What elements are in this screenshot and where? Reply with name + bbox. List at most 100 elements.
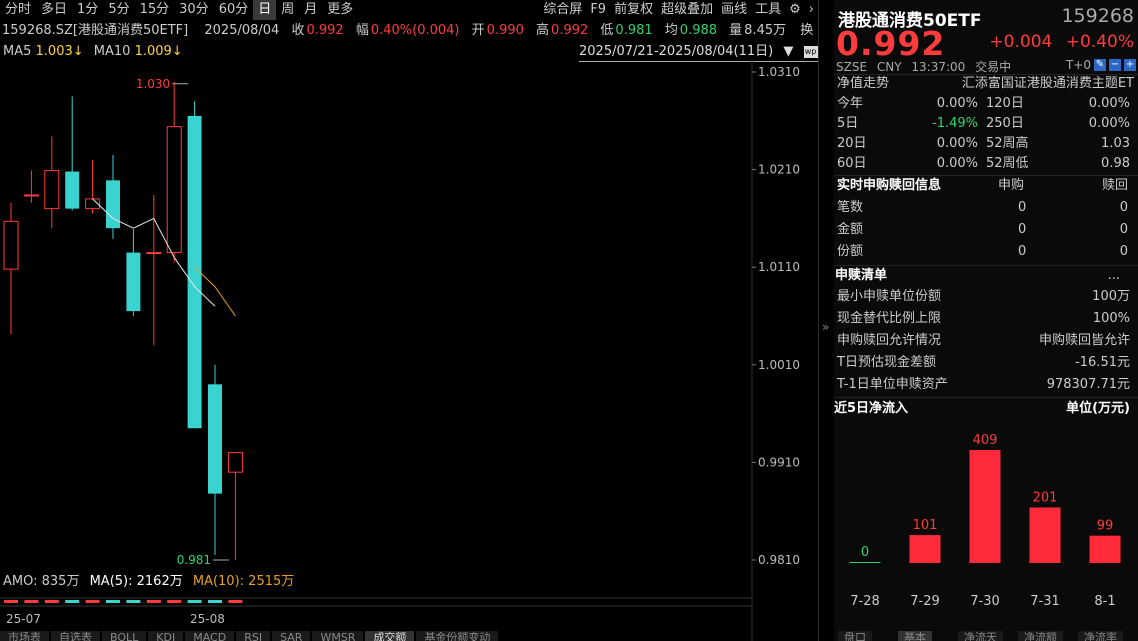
symbol-label: 159268.SZ[港股通消费50ETF] — [2, 23, 189, 38]
sub-row-buy: 0 — [1018, 200, 1027, 215]
perf-row: 20日 0.00% 52周高 1.03 — [834, 134, 1138, 154]
flow-value: 201 — [1033, 490, 1058, 505]
nav-title: 净值走势 — [837, 76, 890, 91]
tool-button-2[interactable]: 前复权 — [610, 0, 657, 20]
list-row-label: T-1日单位申赎资产 — [837, 377, 948, 392]
candlestick-chart[interactable]: 1.0310 1.0210 1.0110 1.0010 0.9910 0.9810 1.03… — [0, 60, 818, 641]
perf-row: 今年 0.00% 120日 0.00% — [834, 94, 1138, 114]
period-tab-5[interactable]: 30分 — [174, 0, 214, 20]
period-tab-3[interactable]: 5分 — [103, 0, 134, 20]
minus-icon[interactable]: − — [1109, 59, 1121, 71]
kline-panel: 分时 多日 1分 5分 15分 30分 60分日周月更多 综合屏 F9 前复权 超级叠加 画线 工具 ⚙ ›… — [0, 0, 818, 641]
list-row-label: 最小申赎单位份额 — [837, 289, 942, 304]
close-label: 收 — [291, 23, 305, 38]
y-tick-label: 0.9810 — [758, 553, 800, 567]
flow-value: 0 — [861, 545, 869, 560]
period-tab-9[interactable]: 月 — [299, 0, 322, 20]
y-tick-label: 0.9910 — [758, 455, 800, 469]
collapse-icon[interactable]: » — [822, 320, 829, 334]
y-tick-label: 1.0210 — [758, 163, 800, 177]
chevron-right-icon[interactable]: › — [805, 0, 818, 20]
time-label: 13:37:00 — [911, 60, 966, 74]
amo-ma5: MA(5): 2162万 — [89, 574, 183, 589]
indicator-tab-6[interactable]: SAR — [272, 631, 311, 641]
sub-title: 实时申购赎回信息 — [837, 178, 942, 193]
range-label: 2025/07/21-2025/08/04(11日) — [579, 44, 774, 59]
indicator-tab-3[interactable]: KDJ — [148, 631, 184, 641]
indicator-tab-4[interactable]: MACD — [185, 631, 235, 641]
quote-tab-2[interactable]: 净流天 — [958, 631, 1003, 641]
indicator-tab-8[interactable]: 成交额 — [365, 631, 415, 641]
volume-bar — [65, 600, 80, 603]
indicator-tabs: 市场表 自选表 BOLL KDJ MACD RSI SAR WMSR 成交额 基金份额变动 — [0, 631, 818, 641]
dropdown-icon[interactable]: ▼ — [783, 44, 793, 59]
list-row: T日预估现金差额 -16.51元 — [834, 353, 1138, 373]
period-tab-2[interactable]: 1分 — [72, 0, 103, 20]
perf-label: 52周高 — [986, 136, 1029, 151]
perf-label: 52周低 — [986, 156, 1029, 171]
quote-tab-4[interactable]: 净流率 — [1078, 631, 1123, 641]
indicator-tab-5[interactable]: RSI — [236, 631, 271, 641]
more-icon[interactable]: ... — [1108, 266, 1120, 286]
candle-body — [65, 171, 80, 209]
period-tab-8[interactable]: 周 — [276, 0, 299, 20]
avg-value: 0.988 — [679, 23, 718, 38]
flow-category: 7-28 — [850, 594, 880, 609]
list-row: T-1日单位申赎资产 978307.71元 — [834, 375, 1138, 395]
candle-body — [146, 252, 162, 255]
quote-tab-3[interactable]: 净流额 — [1018, 631, 1063, 641]
tool-button-0[interactable]: 综合屏 — [539, 0, 586, 20]
flow-bar — [849, 562, 881, 563]
panel-divider[interactable]: » — [818, 0, 834, 641]
period-tab-10[interactable]: 更多 — [322, 0, 358, 20]
tool-button-3[interactable]: 超级叠加 — [657, 0, 717, 20]
volume-bar — [106, 600, 120, 603]
period-tab-0[interactable]: 分时 — [0, 0, 36, 20]
y-tick-label: 1.0110 — [758, 260, 800, 274]
plus-icon[interactable]: + — [1124, 59, 1136, 71]
low-label: 低 — [600, 23, 614, 38]
quote-tab-1[interactable]: 基本 — [898, 631, 932, 641]
indicator-tab-9[interactable]: 基金份额变动 — [416, 631, 499, 641]
period-tab-7[interactable]: 日 — [253, 0, 277, 20]
quote-tab-0[interactable]: 盘口 — [838, 631, 872, 641]
flow-unit: 单位(万元) — [1066, 401, 1130, 416]
indicator-tab-7[interactable]: WMSR — [312, 631, 364, 641]
flow-title: 近5日净流入 — [834, 401, 909, 416]
sub-row-sell: 0 — [1119, 222, 1128, 237]
amp-value: 0.40%(0.004) — [370, 23, 460, 38]
period-tab-4[interactable]: 15分 — [135, 0, 175, 20]
sub-row-label: 金额 — [837, 222, 864, 237]
volume-bar — [146, 600, 161, 603]
period-tab-1[interactable]: 多日 — [36, 0, 72, 20]
ma5-value: 1.003↓ — [35, 44, 84, 59]
date-label: 2025/08/04 — [204, 23, 280, 38]
indicator-tab-2[interactable]: BOLL — [102, 631, 147, 641]
tool-button-5[interactable]: 工具 — [751, 0, 785, 20]
wp-icon[interactable]: wp — [803, 45, 818, 58]
perf-label: 5日 — [837, 116, 859, 131]
tool-button-4[interactable]: 画线 — [717, 0, 751, 20]
sub-row-sell: 0 — [1119, 244, 1128, 259]
volume-bar — [44, 600, 59, 603]
indicator-tab-0[interactable]: 市场表 — [0, 631, 49, 641]
period-tab-6[interactable]: 60分 — [214, 0, 254, 20]
high-value: 0.992 — [551, 23, 589, 38]
quote-panel-tabs: 盘口 基本 净流天 净流额 净流率 — [834, 631, 1138, 641]
amo-legend: AMO: 835万 MA(5): 2162万 MA(10): 2515万 — [3, 572, 294, 592]
tool-button-1[interactable]: F9 — [586, 0, 610, 20]
swap-label[interactable]: 换 — [800, 23, 813, 38]
flow-category: 7-29 — [910, 594, 940, 609]
list-row-value: 100万 — [1092, 289, 1130, 304]
net-inflow-chart: 0 7-28 101 7-29 409 7-30 201 7-31 99 8-1 — [849, 433, 1121, 609]
date-range-selector[interactable]: 2025/07/21-2025/08/04(11日) ▼ wp — [579, 42, 818, 62]
sub-col-buy: 申购 — [998, 178, 1025, 193]
gear-icon[interactable]: ⚙ — [785, 0, 805, 20]
edit-icon[interactable]: ✎ — [1094, 59, 1106, 71]
sub-row: 份额 0 0 — [834, 242, 1138, 262]
perf-value: -1.49% — [932, 116, 978, 131]
currency-label: CNY — [876, 60, 902, 74]
ma5-label: MA5 — [3, 44, 32, 59]
open-label: 开 — [471, 23, 485, 38]
indicator-tab-1[interactable]: 自选表 — [51, 631, 100, 641]
